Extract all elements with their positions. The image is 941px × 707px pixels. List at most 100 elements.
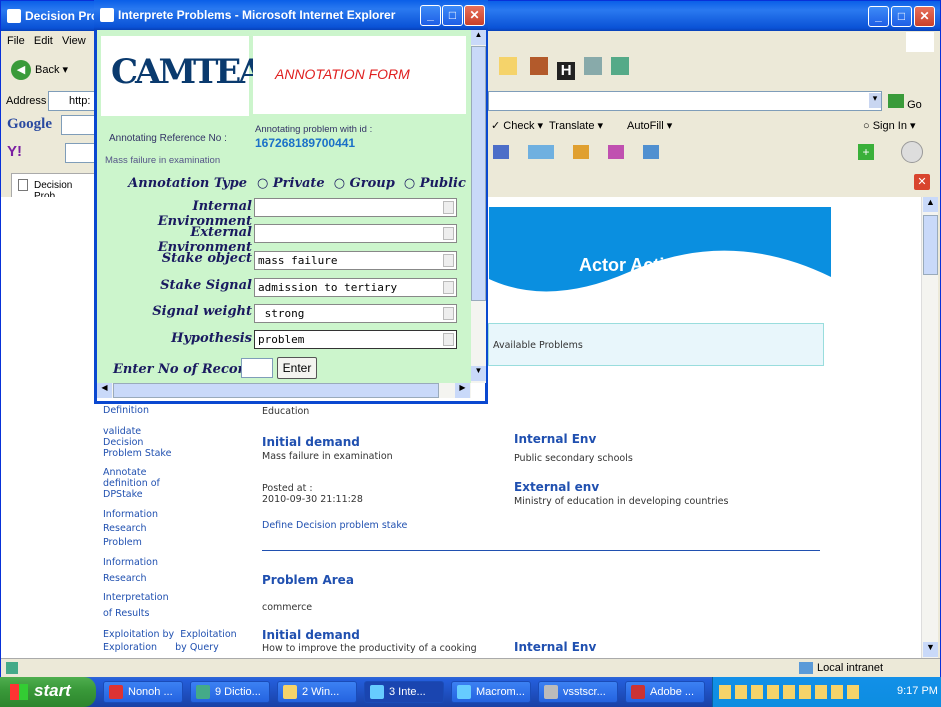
scroll-thumb[interactable] <box>923 215 938 275</box>
available-problems-box: Available Problems <box>488 323 824 366</box>
menu-file[interactable]: File <box>7 35 25 47</box>
google-logo: Google <box>7 116 52 132</box>
windows-logo-icon <box>906 32 934 52</box>
signal-weight-input[interactable]: strong <box>254 304 457 323</box>
spin-icon[interactable] <box>443 254 454 267</box>
address-field-right[interactable] <box>488 91 882 111</box>
zone-label: Local intranet <box>817 662 884 674</box>
minimize-button[interactable]: _ <box>868 6 889 27</box>
task-internet-explorer[interactable]: 3 Inte... <box>364 681 444 703</box>
sidebar-validate[interactable]: validate Decision Problem Stake <box>103 426 171 459</box>
popup-close-button[interactable]: ✕ <box>464 5 485 26</box>
menu-view[interactable]: View <box>62 35 86 47</box>
sidebar-interpretation[interactable]: Interpretation of Results <box>103 590 169 622</box>
yahoo-search-input[interactable] <box>65 143 97 163</box>
yahoo-toolbar-icons[interactable] <box>493 145 713 161</box>
record2-area-label: Problem Area <box>262 573 354 587</box>
h-icon[interactable]: H <box>557 62 576 80</box>
task-dictionary[interactable]: 9 Dictio... <box>190 681 270 703</box>
address-dropdown-icon[interactable]: ▾ <box>869 93 881 108</box>
popup-scroll-thumb[interactable] <box>471 46 486 301</box>
popup-titlebar[interactable]: Interprete Problems - Microsoft Internet… <box>94 0 488 30</box>
hypothesis-input[interactable]: problem <box>254 330 457 349</box>
close-tab-icon[interactable]: ✕ <box>914 174 930 190</box>
sidebar-info-research[interactable]: Information Research <box>103 555 158 587</box>
sidebar-definition[interactable]: Definition <box>103 405 149 416</box>
popup-scroll-left-icon[interactable]: ◀ <box>97 383 112 398</box>
records-input[interactable] <box>241 358 273 378</box>
enter-button[interactable]: Enter <box>277 357 317 379</box>
sidebar-annotate[interactable]: Annotate definition of DPStake <box>103 467 160 500</box>
popup-scrollbar-vertical[interactable]: ▲ ▼ <box>471 30 486 383</box>
plus-icon[interactable]: + <box>858 144 874 160</box>
yahoo-logo-icon: Y! <box>7 143 22 160</box>
scroll-up-icon[interactable]: ▲ <box>923 197 938 212</box>
stake-object-input[interactable]: mass failure <box>254 251 457 270</box>
close-button[interactable]: ✕ <box>914 6 935 27</box>
signal-weight-label: Signal weight <box>152 304 252 319</box>
hypothesis-label: Hypothesis <box>171 331 252 346</box>
start-button[interactable]: start <box>0 677 96 707</box>
people-icon[interactable] <box>611 57 630 75</box>
problem-id: 167268189700441 <box>255 136 356 150</box>
check-button[interactable]: ✓ Check ▾ <box>491 119 543 132</box>
record1-external-env-label: External env <box>514 480 600 494</box>
spin-icon[interactable] <box>443 307 454 320</box>
popup-scroll-up-icon[interactable]: ▲ <box>471 30 486 45</box>
stake-signal-input[interactable]: admission to tertiary <box>254 278 457 297</box>
popup-maximize-button[interactable]: □ <box>442 5 463 26</box>
record2-initial-demand-label: Initial demand <box>262 628 360 642</box>
banner-title: Actor Action Simulation <box>579 255 784 275</box>
annotation-type-options: ○ Private ○ Group ○ Public <box>257 176 466 191</box>
stake-signal-label: Stake Signal <box>160 278 252 293</box>
radio-group[interactable]: ○ Group <box>329 176 395 191</box>
sign-in-button[interactable]: ○ Sign In ▾ <box>863 119 916 132</box>
spin-icon[interactable] <box>443 333 454 346</box>
tab-decision-problem[interactable]: Decision Prob <box>11 173 95 202</box>
tools-icon[interactable] <box>584 57 603 75</box>
main-title: Decision Pro <box>25 9 99 23</box>
popup-minimize-button[interactable]: _ <box>420 5 441 26</box>
history-icon[interactable] <box>530 57 549 75</box>
form-title-box: ANNOTATION FORM <box>253 36 466 114</box>
define-stake-link[interactable]: Define Decision problem stake <box>262 520 407 531</box>
problem-desc: Mass failure in examination <box>105 155 221 166</box>
task-windows[interactable]: 2 Win... <box>277 681 357 703</box>
go-button[interactable]: Go <box>888 94 922 111</box>
autofill-button[interactable]: AutoFill ▾ <box>627 119 672 132</box>
record-divider <box>262 550 820 551</box>
scroll-down-icon[interactable]: ▼ <box>923 642 938 657</box>
popup-hscroll-thumb[interactable] <box>113 383 439 398</box>
task-macromedia[interactable]: Macrom... <box>451 681 531 703</box>
task-vsstscr[interactable]: vsstscr... <box>538 681 618 703</box>
radio-public[interactable]: ○ Public <box>399 176 466 191</box>
folder-icon[interactable] <box>499 57 517 75</box>
task-adobe[interactable]: Adobe ... <box>625 681 705 703</box>
task-nonoh[interactable]: Nonoh ... <box>103 681 183 703</box>
main-scrollbar[interactable]: ▲ ▼ <box>921 197 938 658</box>
internal-env-input[interactable] <box>254 198 457 217</box>
popup-scrollbar-horizontal[interactable]: ◀ ▶ <box>97 383 471 398</box>
spin-icon[interactable] <box>443 281 454 294</box>
google-search-input[interactable] <box>61 115 97 135</box>
sidebar-info-research-problem[interactable]: Information Research Problem <box>103 508 158 550</box>
translate-button[interactable]: Translate ▾ <box>549 119 603 132</box>
popup-scroll-down-icon[interactable]: ▼ <box>471 366 486 381</box>
record2-area: commerce <box>262 602 313 613</box>
tray-icons[interactable] <box>719 685 859 699</box>
spin-icon[interactable] <box>443 201 454 214</box>
spin-icon[interactable] <box>443 227 454 240</box>
back-button[interactable]: ◀ Back ▾ <box>11 60 68 80</box>
record1-posted-at: 2010-09-30 21:11:28 <box>262 494 363 505</box>
record1-initial-demand: Mass failure in examination <box>262 451 393 462</box>
radio-private[interactable]: ○ Private <box>257 176 325 191</box>
sidebar-exploitation[interactable]: Exploitation by Exploitation Exploration… <box>103 628 237 654</box>
problem-id-label: Annotating problem with id : <box>255 124 373 135</box>
maximize-button[interactable]: □ <box>891 6 912 27</box>
external-env-input[interactable] <box>254 224 457 243</box>
menu-edit[interactable]: Edit <box>34 35 53 47</box>
taskbar: start Nonoh ... 9 Dictio... 2 Win... 3 I… <box>0 677 941 707</box>
popup-scroll-right-icon[interactable]: ▶ <box>455 383 470 398</box>
settings-gear-icon[interactable] <box>901 141 923 163</box>
address-field[interactable]: http: <box>48 91 96 111</box>
